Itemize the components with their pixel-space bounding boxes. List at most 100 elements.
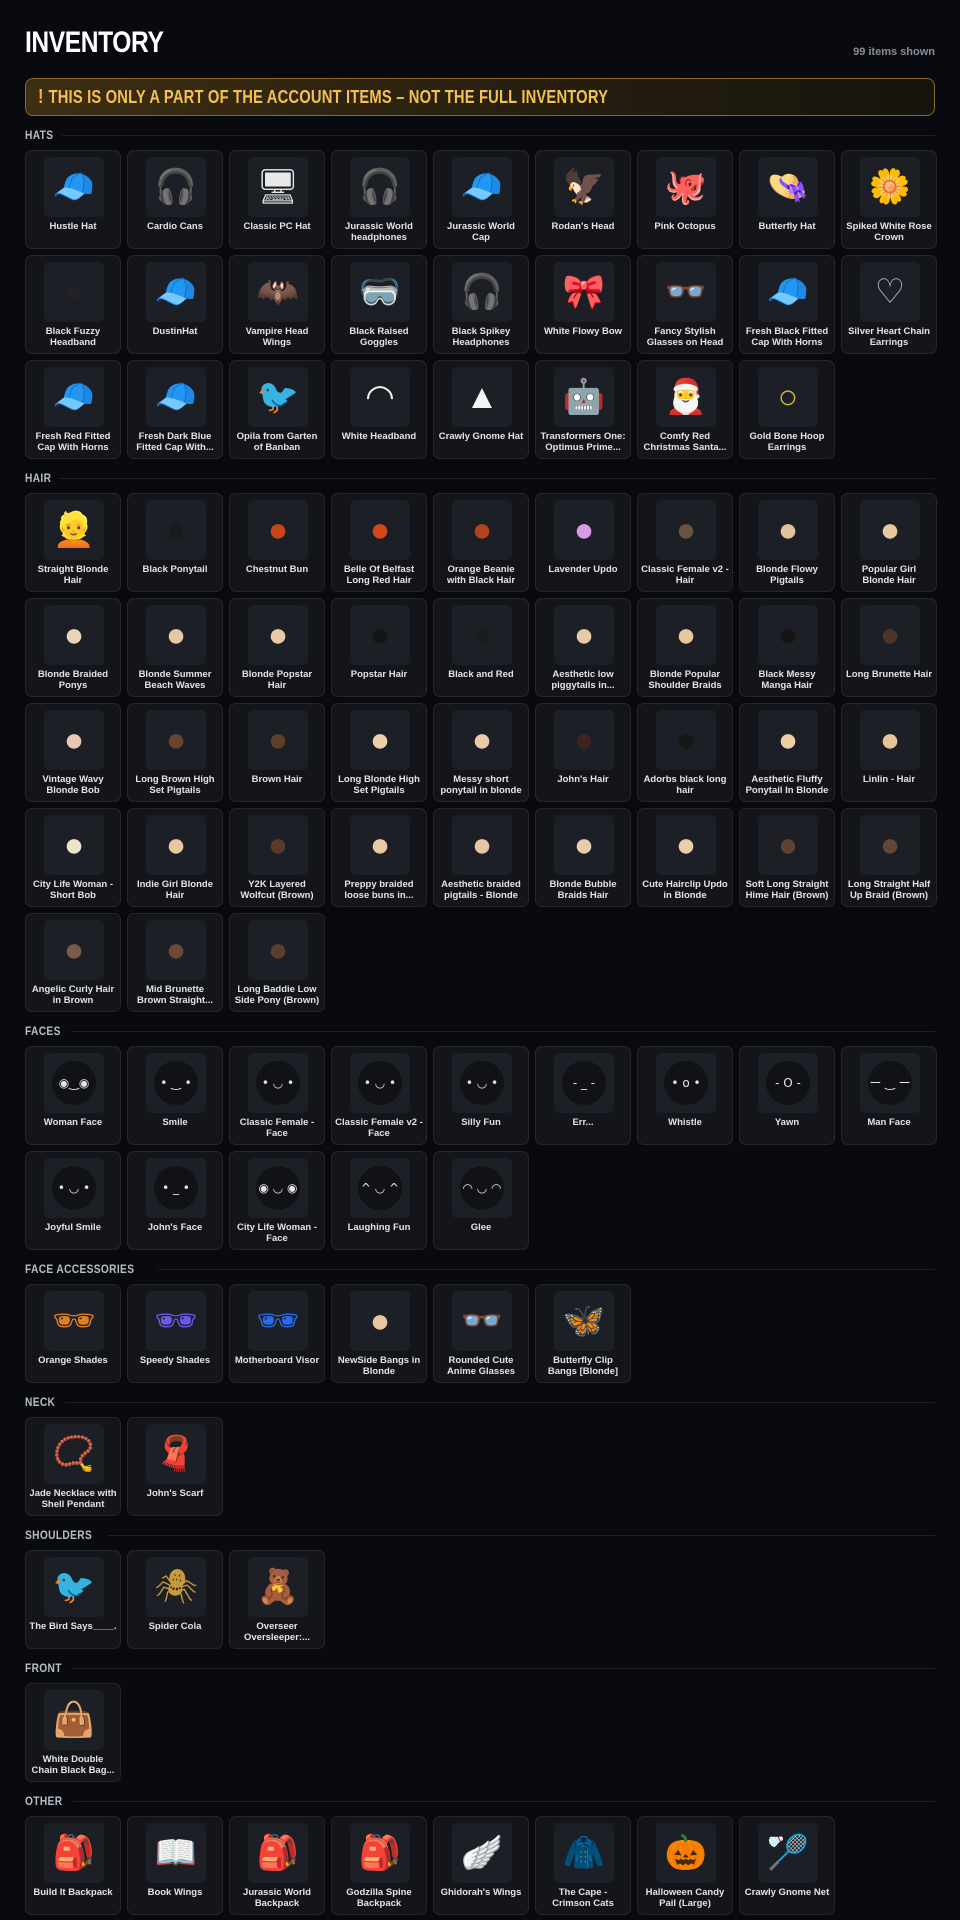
item-card[interactable]: 🎅 Comfy Red Christmas Santa... — [637, 360, 733, 459]
item-card[interactable]: ● Orange Beanie with Black Hair — [433, 493, 529, 592]
item-card[interactable]: 🧢 DustinHat — [127, 255, 223, 354]
item-card[interactable]: - O - Yawn — [739, 1046, 835, 1145]
item-card[interactable]: • o • Whistle — [637, 1046, 733, 1145]
item-card[interactable]: 🕷 Spider Cola — [127, 1550, 223, 1649]
item-card[interactable]: 📖 Book Wings — [127, 1816, 223, 1915]
item-card[interactable]: 📿 Jade Necklace with Shell Pendant — [25, 1417, 121, 1516]
item-card[interactable]: ● Long Baddie Low Side Pony (Brown) — [229, 913, 325, 1012]
item-card[interactable]: 🎀 White Flowy Bow — [535, 255, 631, 354]
item-card[interactable]: ◉ ◡ ◉ City Life Woman - Face — [229, 1151, 325, 1250]
item-card[interactable]: 🦇 Vampire Head Wings — [229, 255, 325, 354]
item-card[interactable]: ▲ Crawly Gnome Hat — [433, 360, 529, 459]
item-card[interactable]: 🧢 Fresh Red Fitted Cap With Horns — [25, 360, 121, 459]
item-card[interactable]: ● Chestnut Bun — [229, 493, 325, 592]
item-card[interactable]: ● Long Brunette Hair — [841, 598, 937, 697]
item-card[interactable]: ● Vintage Wavy Blonde Bob — [25, 703, 121, 802]
item-card[interactable]: ● John's Hair — [535, 703, 631, 802]
item-card[interactable]: • ‿ • Smile — [127, 1046, 223, 1145]
item-card[interactable]: ● Preppy braided loose buns in... — [331, 808, 427, 907]
item-card[interactable]: ● NewSide Bangs in Blonde — [331, 1284, 427, 1383]
item-card[interactable]: 🧣 John's Scarf — [127, 1417, 223, 1516]
item-card[interactable]: 👓 Fancy Stylish Glasses on Head — [637, 255, 733, 354]
item-card[interactable]: ● Brown Hair — [229, 703, 325, 802]
item-card[interactable]: ● Aesthetic braided pigtails - Blonde — [433, 808, 529, 907]
item-card[interactable]: 🎧 Cardio Cans — [127, 150, 223, 249]
item-card[interactable]: ● Lavender Updo — [535, 493, 631, 592]
item-card[interactable]: ● Classic Female v2 - Hair — [637, 493, 733, 592]
item-card[interactable]: ● Indie Girl Blonde Hair — [127, 808, 223, 907]
item-card[interactable]: ● Blonde Popstar Hair — [229, 598, 325, 697]
item-card[interactable]: ◠ White Headband — [331, 360, 427, 459]
item-card[interactable]: 🎧 Black Spikey Headphones — [433, 255, 529, 354]
item-card[interactable]: 🌼 Spiked White Rose Crown — [841, 150, 937, 249]
item-card[interactable]: 🧥 The Cape - Crimson Cats — [535, 1816, 631, 1915]
item-card[interactable]: 👜 White Double Chain Black Bag... — [25, 1683, 121, 1782]
item-card[interactable]: 🎒 Godzilla Spine Backpack — [331, 1816, 427, 1915]
item-card[interactable]: ● Long Blonde High Set Pigtails — [331, 703, 427, 802]
item-card[interactable]: • ◡ • Classic Female v2 - Face — [331, 1046, 427, 1145]
item-card[interactable]: 🕶 Orange Shades — [25, 1284, 121, 1383]
item-card[interactable]: 🕶 Speedy Shades — [127, 1284, 223, 1383]
item-card[interactable]: ● Popular Girl Blonde Hair — [841, 493, 937, 592]
item-card[interactable]: ● Cute Hairclip Updo in Blonde — [637, 808, 733, 907]
item-card[interactable]: 🧢 Hustle Hat — [25, 150, 121, 249]
item-card[interactable]: ● Belle Of Belfast Long Red Hair — [331, 493, 427, 592]
item-card[interactable]: ● Blonde Flowy Pigtails — [739, 493, 835, 592]
item-card[interactable]: ● Blonde Summer Beach Waves — [127, 598, 223, 697]
item-card[interactable]: ● Black Fuzzy Headband — [25, 255, 121, 354]
item-card[interactable]: 🎧 Jurassic World headphones — [331, 150, 427, 249]
item-card[interactable]: 🐦 The Bird Says____. — [25, 1550, 121, 1649]
item-card[interactable]: ● Black and Red — [433, 598, 529, 697]
item-card[interactable]: ● Long Straight Half Up Braid (Brown) — [841, 808, 937, 907]
item-card[interactable]: 👒 Butterfly Hat — [739, 150, 835, 249]
item-card[interactable]: ● Adorbs black long hair — [637, 703, 733, 802]
item-card[interactable]: ● Black Messy Manga Hair — [739, 598, 835, 697]
item-card[interactable]: ● Messy short ponytail in blonde — [433, 703, 529, 802]
item-card[interactable]: • _ • John's Face — [127, 1151, 223, 1250]
item-card[interactable]: ー ‿ ー Man Face — [841, 1046, 937, 1145]
item-card[interactable]: 🖥 Classic PC Hat — [229, 150, 325, 249]
item-card[interactable]: ● Mid Brunette Brown Straight... — [127, 913, 223, 1012]
item-card[interactable]: ● Linlin - Hair — [841, 703, 937, 802]
item-card[interactable]: ● Blonde Popular Shoulder Braids — [637, 598, 733, 697]
item-card[interactable]: 🕶 Motherboard Visor — [229, 1284, 325, 1383]
item-card[interactable]: ● Y2K Layered Wolfcut (Brown) — [229, 808, 325, 907]
item-card[interactable]: ○ Gold Bone Hoop Earrings — [739, 360, 835, 459]
item-card[interactable]: 🎒 Jurassic World Backpack — [229, 1816, 325, 1915]
item-card[interactable]: 🐦 Opila from Garten of Banban — [229, 360, 325, 459]
item-card[interactable]: 🎒 Build It Backpack — [25, 1816, 121, 1915]
item-card[interactable]: ◠ ◡ ◠ Glee — [433, 1151, 529, 1250]
item-card[interactable]: ● Angelic Curly Hair in Brown — [25, 913, 121, 1012]
item-card[interactable]: 🧸 Overseer Oversleeper:... — [229, 1550, 325, 1649]
item-card[interactable]: ● City Life Woman - Short Bob — [25, 808, 121, 907]
item-label: Lavender Updo — [548, 564, 618, 575]
item-card[interactable]: 🎃 Halloween Candy Pail (Large) — [637, 1816, 733, 1915]
item-card[interactable]: ♡ Silver Heart Chain Earrings — [841, 255, 937, 354]
item-card[interactable]: 🏸 Crawly Gnome Net — [739, 1816, 835, 1915]
item-card[interactable]: • ◡ • Joyful Smile — [25, 1151, 121, 1250]
item-card[interactable]: 👓 Rounded Cute Anime Glasses — [433, 1284, 529, 1383]
item-card[interactable]: 🥽 Black Raised Goggles — [331, 255, 427, 354]
item-card[interactable]: 🦋 Butterfly Clip Bangs [Blonde] — [535, 1284, 631, 1383]
item-card[interactable]: 👱 Straight Blonde Hair — [25, 493, 121, 592]
item-card[interactable]: ● Blonde Bubble Braids Hair — [535, 808, 631, 907]
item-card[interactable]: ● Soft Long Straight Hime Hair (Brown) — [739, 808, 835, 907]
item-card[interactable]: ● Aesthetic Fluffy Ponytail In Blonde — [739, 703, 835, 802]
item-card[interactable]: 🧢 Fresh Dark Blue Fitted Cap With... — [127, 360, 223, 459]
item-card[interactable]: ● Aesthetic low piggytails in... — [535, 598, 631, 697]
item-card[interactable]: 🤖 Transformers One: Optimus Prime... — [535, 360, 631, 459]
item-card[interactable]: - _ - Err... — [535, 1046, 631, 1145]
item-card[interactable]: 🧢 Fresh Black Fitted Cap With Horns — [739, 255, 835, 354]
item-card[interactable]: 🐙 Pink Octopus — [637, 150, 733, 249]
item-card[interactable]: • ◡ • Classic Female - Face — [229, 1046, 325, 1145]
item-card[interactable]: 🪽 Ghidorah's Wings — [433, 1816, 529, 1915]
item-card[interactable]: ◉‿◉ Woman Face — [25, 1046, 121, 1145]
item-card[interactable]: ^ ◡ ^ Laughing Fun — [331, 1151, 427, 1250]
item-card[interactable]: • ◡ • Silly Fun — [433, 1046, 529, 1145]
item-card[interactable]: 🦅 Rodan's Head — [535, 150, 631, 249]
item-card[interactable]: ● Blonde Braided Ponys — [25, 598, 121, 697]
item-card[interactable]: ● Black Ponytail — [127, 493, 223, 592]
item-card[interactable]: ● Long Brown High Set Pigtails — [127, 703, 223, 802]
item-card[interactable]: ● Popstar Hair — [331, 598, 427, 697]
item-card[interactable]: 🧢 Jurassic World Cap — [433, 150, 529, 249]
